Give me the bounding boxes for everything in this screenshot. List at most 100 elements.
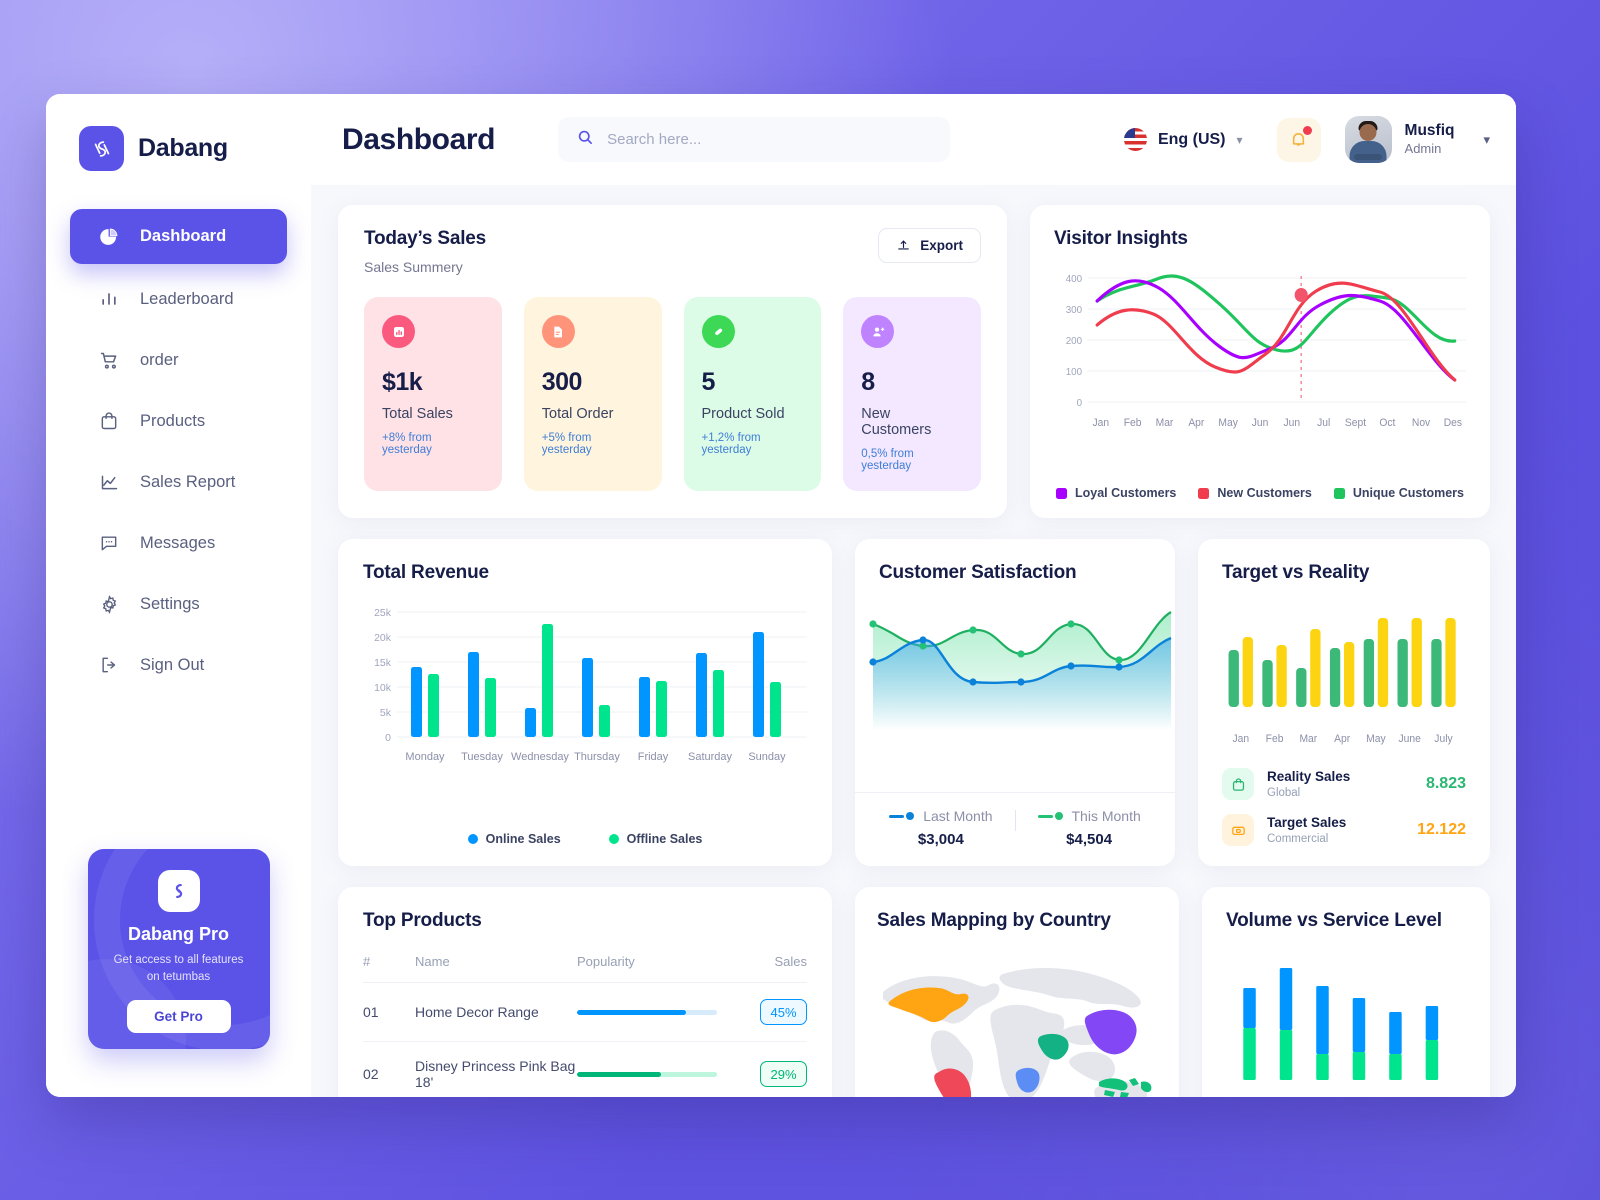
get-pro-button[interactable]: Get Pro — [126, 1000, 231, 1034]
avatar — [1344, 116, 1392, 163]
volume-vs-service-svg — [1243, 968, 1439, 1080]
column-header-popularity: Popularity — [577, 946, 747, 983]
svg-text:Jan: Jan — [1093, 417, 1110, 429]
column-header-num: # — [363, 946, 415, 983]
notification-badge — [1302, 125, 1312, 135]
card-title: Total Revenue — [363, 562, 489, 583]
stat-delta: 0,5% from yesterday — [861, 448, 914, 472]
cart-icon — [98, 349, 120, 371]
language-selector[interactable]: Eng (US) ▾ — [1123, 128, 1243, 151]
sidebar-item-settings[interactable]: Settings — [70, 578, 287, 630]
reality-sales-value: 8.823 — [1425, 775, 1466, 792]
main-area: Dashboard Eng (US) ▾ — [311, 94, 1516, 1097]
sidebar-item-leaderboard[interactable]: Leaderboard — [70, 273, 287, 325]
stat-delta: +8% from yesterday — [382, 432, 432, 456]
total-revenue-card: Total Revenue 25k 20k 15k 10k 5k 0 Monda… — [338, 539, 832, 866]
app-window: Dabang Dashboard Leaderboard order Produ… — [46, 94, 1516, 1097]
content-row-1: Today’s Sales Sales Summery Export $1k T… — [338, 205, 1490, 518]
logout-icon — [98, 654, 120, 676]
world-map-svg — [883, 968, 1152, 1097]
map-region-china — [1084, 1009, 1137, 1055]
data-point-marker — [1294, 288, 1308, 302]
export-label: Export — [920, 238, 963, 253]
this-month-value: $4,504 — [1066, 831, 1113, 848]
legend-swatch — [1055, 487, 1067, 499]
stat-value: 5 — [701, 368, 716, 396]
notification-button[interactable] — [1276, 117, 1321, 162]
stat-card-total-order[interactable]: 300 Total Order +5% from yesterday — [523, 297, 662, 491]
legend-item: Loyal Customers — [1055, 486, 1176, 500]
page-title: Dashboard — [342, 122, 496, 156]
sidebar-item-order[interactable]: order — [70, 334, 287, 386]
table-row[interactable]: 02 Disney Princess Pink Bag 18' 29% — [363, 1041, 807, 1097]
card-title: Sales Mapping by Country — [877, 910, 1111, 931]
sidebar-item-sales-report[interactable]: Sales Report — [70, 456, 287, 508]
legend-dot — [1054, 812, 1063, 820]
svg-text:200: 200 — [1066, 336, 1083, 347]
svg-text:Monday: Monday — [405, 751, 445, 763]
legend-item: Offline Sales — [608, 832, 703, 846]
sidebar-item-dashboard[interactable]: Dashboard — [70, 209, 287, 264]
stat-card-new-customers[interactable]: 8 New Customers 0,5% from yesterday — [843, 297, 981, 491]
sidebar-item-messages[interactable]: Messages — [70, 517, 287, 569]
column-header-sales: Sales — [747, 946, 807, 983]
tag-icon — [701, 315, 735, 348]
user-add-icon — [861, 315, 895, 348]
legend-label: Last Month — [923, 808, 993, 824]
svg-text:25k: 25k — [374, 607, 392, 619]
export-icon — [898, 240, 910, 250]
stat-card-product-sold[interactable]: 5 Product Sold +1,2% from yesterday — [683, 297, 822, 491]
card-title: Visitor Insights — [1054, 228, 1188, 249]
stat-value: $1k — [382, 368, 423, 396]
sales-cell: 29% — [747, 1041, 807, 1097]
stat-delta: +1,2% from yesterday — [701, 432, 761, 456]
volume-vs-service-card: Volume vs Service Level — [1202, 887, 1490, 1097]
target-sales-value: 12.122 — [1417, 821, 1466, 838]
legend-item: Online Sales — [467, 832, 561, 846]
stat-value: 8 — [861, 368, 875, 396]
svg-text:Saturday: Saturday — [688, 751, 733, 763]
sidebar-item-label: Products — [140, 411, 206, 430]
sales-badge: 45% — [760, 999, 807, 1025]
top-products-card: Top Products # Name Popularity Sales 01 … — [338, 887, 832, 1097]
promo-subtitle: Get access to all features on tetumbas — [113, 954, 244, 983]
sidebar-item-label: Leaderboard — [140, 289, 234, 308]
sidebar-item-label: Settings — [140, 594, 200, 613]
svg-text:Tuesday: Tuesday — [461, 751, 503, 763]
svg-text:Friday: Friday — [638, 751, 669, 763]
legend-label: Online Sales — [485, 832, 561, 846]
chevron-down-icon[interactable]: ▾ — [1483, 132, 1490, 148]
us-flag-icon — [1123, 128, 1147, 151]
bag-icon — [98, 410, 120, 432]
customer-satisfaction-chart — [855, 602, 1175, 792]
brand-name: Dabang — [138, 134, 228, 162]
stat-label: Total Order — [541, 406, 614, 422]
user-profile[interactable]: Musfiq Admin ▾ — [1344, 116, 1490, 163]
legend-label: Offline Sales — [626, 832, 703, 846]
svg-text:Wednesday: Wednesday — [511, 751, 569, 763]
search-box[interactable] — [558, 117, 951, 162]
card-subtitle: Sales Summery — [364, 259, 463, 275]
target-vs-reality-svg — [1228, 618, 1456, 707]
svg-text:15k: 15k — [374, 657, 392, 669]
customer-satisfaction-svg — [869, 611, 1172, 730]
legend-title: Target Sales — [1267, 815, 1347, 830]
search-input[interactable] — [607, 131, 933, 148]
sidebar-item-products[interactable]: Products — [70, 395, 287, 447]
svg-text:10k: 10k — [374, 682, 392, 694]
sidebar-item-sign-out[interactable]: Sign Out — [70, 639, 287, 691]
svg-text:Mar: Mar — [1156, 417, 1174, 429]
stat-label: New Customers — [861, 406, 932, 438]
legend-subtitle: Global — [1267, 787, 1301, 799]
sidebar-nav: Dashboard Leaderboard order Products Sal… — [46, 209, 311, 691]
legend-line — [889, 814, 905, 818]
export-button[interactable]: Export — [878, 228, 981, 263]
target-vs-reality-xaxis: Jan Feb Mar Apr May June July — [1232, 733, 1453, 745]
dabang-pro-logo-icon — [157, 870, 200, 912]
stat-card-total-sales[interactable]: $1k Total Sales +8% from yesterday — [364, 297, 502, 491]
svg-text:Mar: Mar — [1299, 733, 1317, 745]
brand: Dabang — [46, 124, 311, 171]
visitor-insights-svg: 400 300 200 100 0 Jan Feb Mar Apr May Ju… — [1066, 274, 1466, 429]
product-name: Disney Princess Pink Bag 18' — [415, 1041, 577, 1097]
table-row[interactable]: 01 Home Decor Range 45% — [363, 982, 807, 1042]
